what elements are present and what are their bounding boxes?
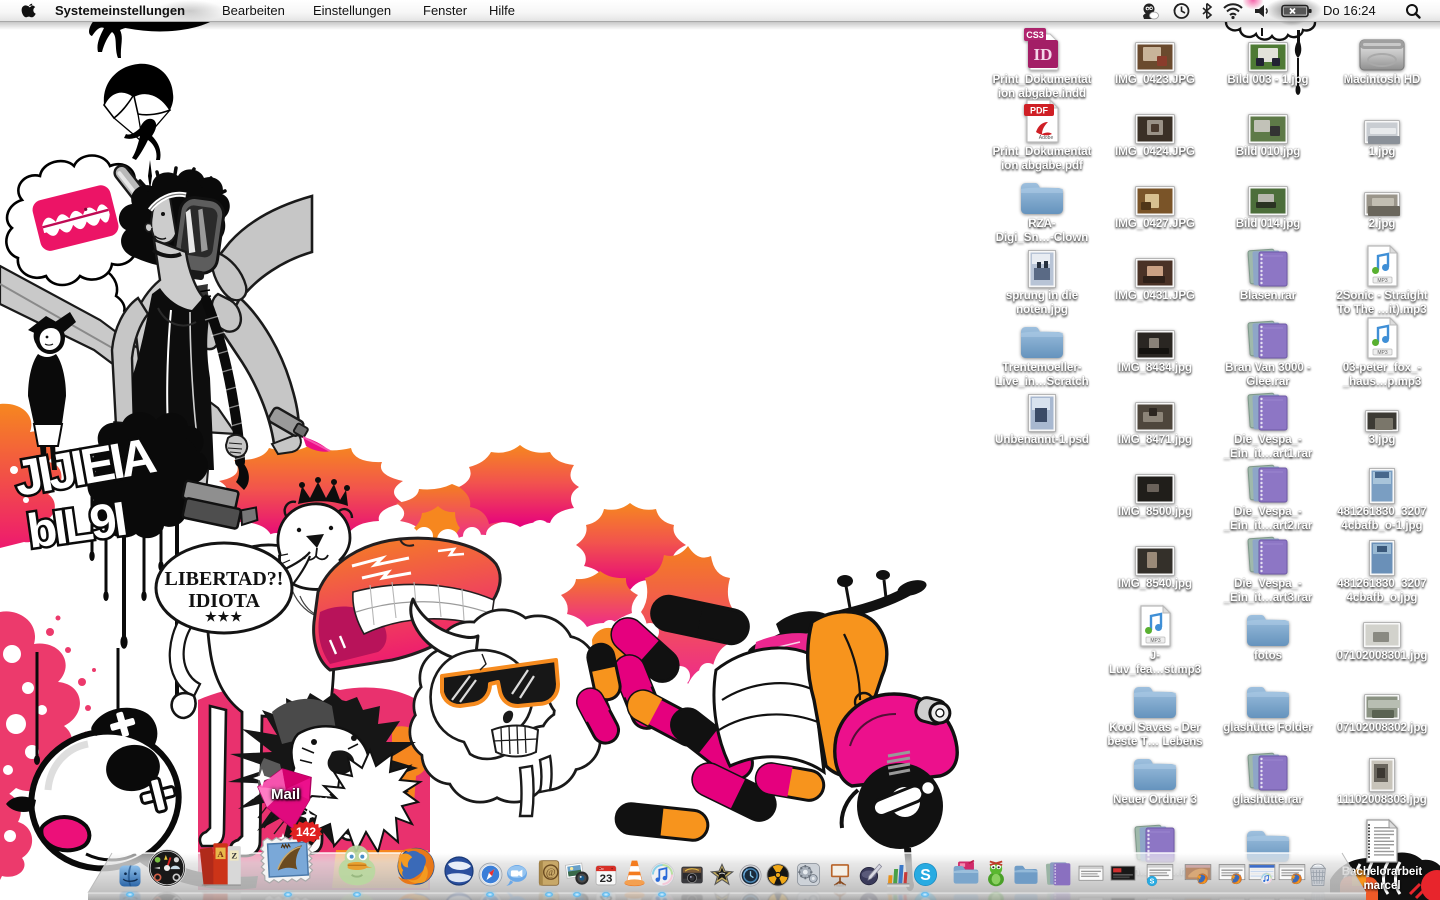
svg-text:LIBERTAD?!: LIBERTAD?! — [165, 568, 284, 590]
svg-text:MP3: MP3 — [1377, 350, 1388, 356]
svg-text:S: S — [920, 867, 931, 884]
svg-text:A: A — [217, 849, 224, 859]
svg-text:ID: ID — [1034, 45, 1053, 64]
svg-text:23: 23 — [600, 873, 613, 885]
svg-text:Z: Z — [231, 850, 237, 860]
svg-text:MP3: MP3 — [1377, 278, 1388, 284]
svg-text:CS3: CS3 — [1026, 30, 1044, 40]
svg-text:MP3: MP3 — [1150, 638, 1161, 644]
svg-text:@: @ — [546, 868, 556, 879]
svg-text:S: S — [1150, 878, 1155, 885]
svg-text:Adobe: Adobe — [1039, 135, 1054, 141]
svg-text:★★★: ★★★ — [205, 609, 243, 624]
svg-text:PDF: PDF — [1030, 106, 1049, 116]
svg-text:142: 142 — [296, 825, 316, 839]
